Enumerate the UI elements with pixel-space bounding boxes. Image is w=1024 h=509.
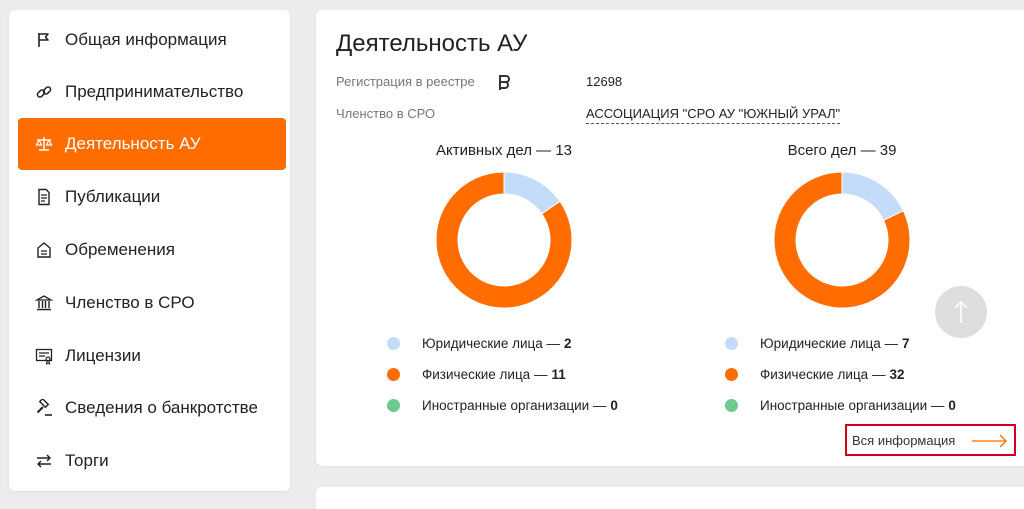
legend-dot [725,398,738,412]
gavel-icon [34,398,54,418]
legend-item-individuals: Физические лица — 11 [387,365,566,383]
legend-label: Физические лица — [422,366,548,382]
sidebar-item-encumbrances[interactable]: Обременения [18,224,286,276]
sidebar-item-label: Сведения о банкротстве [65,398,258,417]
sidebar-item-auctions[interactable]: Торги [18,435,286,487]
chart-title: Всего дел — 39 [787,142,897,159]
page-title: Деятельность АУ [336,30,528,57]
slice-legal-entities[interactable] [841,171,905,221]
link-icon [34,82,54,102]
legend-item-individuals: Физические лица — 32 [725,365,904,383]
total-cases-chart: Всего дел — 39 Юридические лица — 7 Физи… [692,142,992,413]
sidebar-item-sro-membership[interactable]: Членство в СРО [18,277,286,329]
sidebar-item-label: Членство в СРО [65,293,195,312]
sidebar-item-label: Общая информация [65,30,227,49]
sidebar-item-label: Торги [65,451,109,470]
sidebar-item-label: Обременения [65,240,175,259]
active-cases-donut [435,171,573,309]
all-info-label: Вся информация [852,432,956,448]
sro-label: Членство в СРО [336,106,436,121]
legend-dot [725,336,738,350]
sidebar-item-entrepreneurship[interactable]: Предпринимательство [18,66,286,118]
legend-label: Юридические лица — [760,335,899,351]
legend-item-legal: Юридические лица — 2 [387,334,572,352]
legend-value: 0 [948,397,956,413]
sidebar-item-publications[interactable]: Публикации [18,171,286,223]
sidebar-item-label: Деятельность АУ [65,134,201,153]
legend-dot [725,367,738,381]
legend-label: Физические лица — [760,366,886,382]
sidebar-item-licenses[interactable]: Лицензии [18,330,286,382]
institution-icon [34,293,54,313]
sidebar-item-au-activity[interactable]: Деятельность АУ [18,118,286,170]
sidebar-item-label: Лицензии [65,346,141,365]
legend-item-legal: Юридические лица — 7 [725,334,910,352]
all-info-link[interactable]: Вся информация [845,424,1016,456]
legend-dot [387,336,400,350]
sidebar-item-label: Публикации [65,187,161,206]
legend-value: 32 [889,366,905,382]
sidebar-item-bankruptcy-info[interactable]: Сведения о банкротстве [18,382,286,434]
swap-arrows-icon [34,451,54,471]
next-panel [316,487,1024,509]
legend-value: 0 [610,397,618,413]
legend-value: 11 [551,366,566,382]
activity-panel: Деятельность АУ Регистрация в реестре 12… [316,10,1024,466]
legend-label: Иностранные организации — [760,397,945,413]
legend-item-foreign: Иностранные организации — 0 [387,396,618,414]
sidebar-item-general-info[interactable]: Общая информация [18,14,286,66]
archive-box-icon [34,240,54,260]
legend-dot [387,367,400,381]
arrow-up-icon [954,300,968,323]
registration-label: Регистрация в реестре [336,74,475,89]
scales-icon [34,134,54,154]
flag-icon [34,30,54,50]
sidebar-item-label: Предпринимательство [65,82,244,101]
scroll-to-top-button[interactable] [935,286,987,338]
legend-label: Иностранные организации — [422,397,607,413]
legend-dot [387,398,400,412]
arrow-right-icon [972,434,1007,448]
legend-value: 7 [902,335,910,351]
legend-item-foreign: Иностранные организации — 0 [725,396,956,414]
sidebar: Общая информация Предпринимательство Дея… [9,10,290,491]
sro-link[interactable]: АССОЦИАЦИЯ "СРО АУ "ЮЖНЫЙ УРАЛ" [586,106,841,124]
document-icon [34,187,54,207]
registration-value: 12698 [586,74,623,89]
certificate-icon [34,346,54,366]
active-cases-chart: Активных дел — 13 Юридические лица — 2 Ф… [354,142,654,413]
chart-title: Активных дел — 13 [435,142,573,159]
total-cases-donut [773,171,911,309]
registry-icon[interactable] [496,74,512,92]
legend-value: 2 [564,335,572,351]
legend-label: Юридические лица — [422,335,561,351]
